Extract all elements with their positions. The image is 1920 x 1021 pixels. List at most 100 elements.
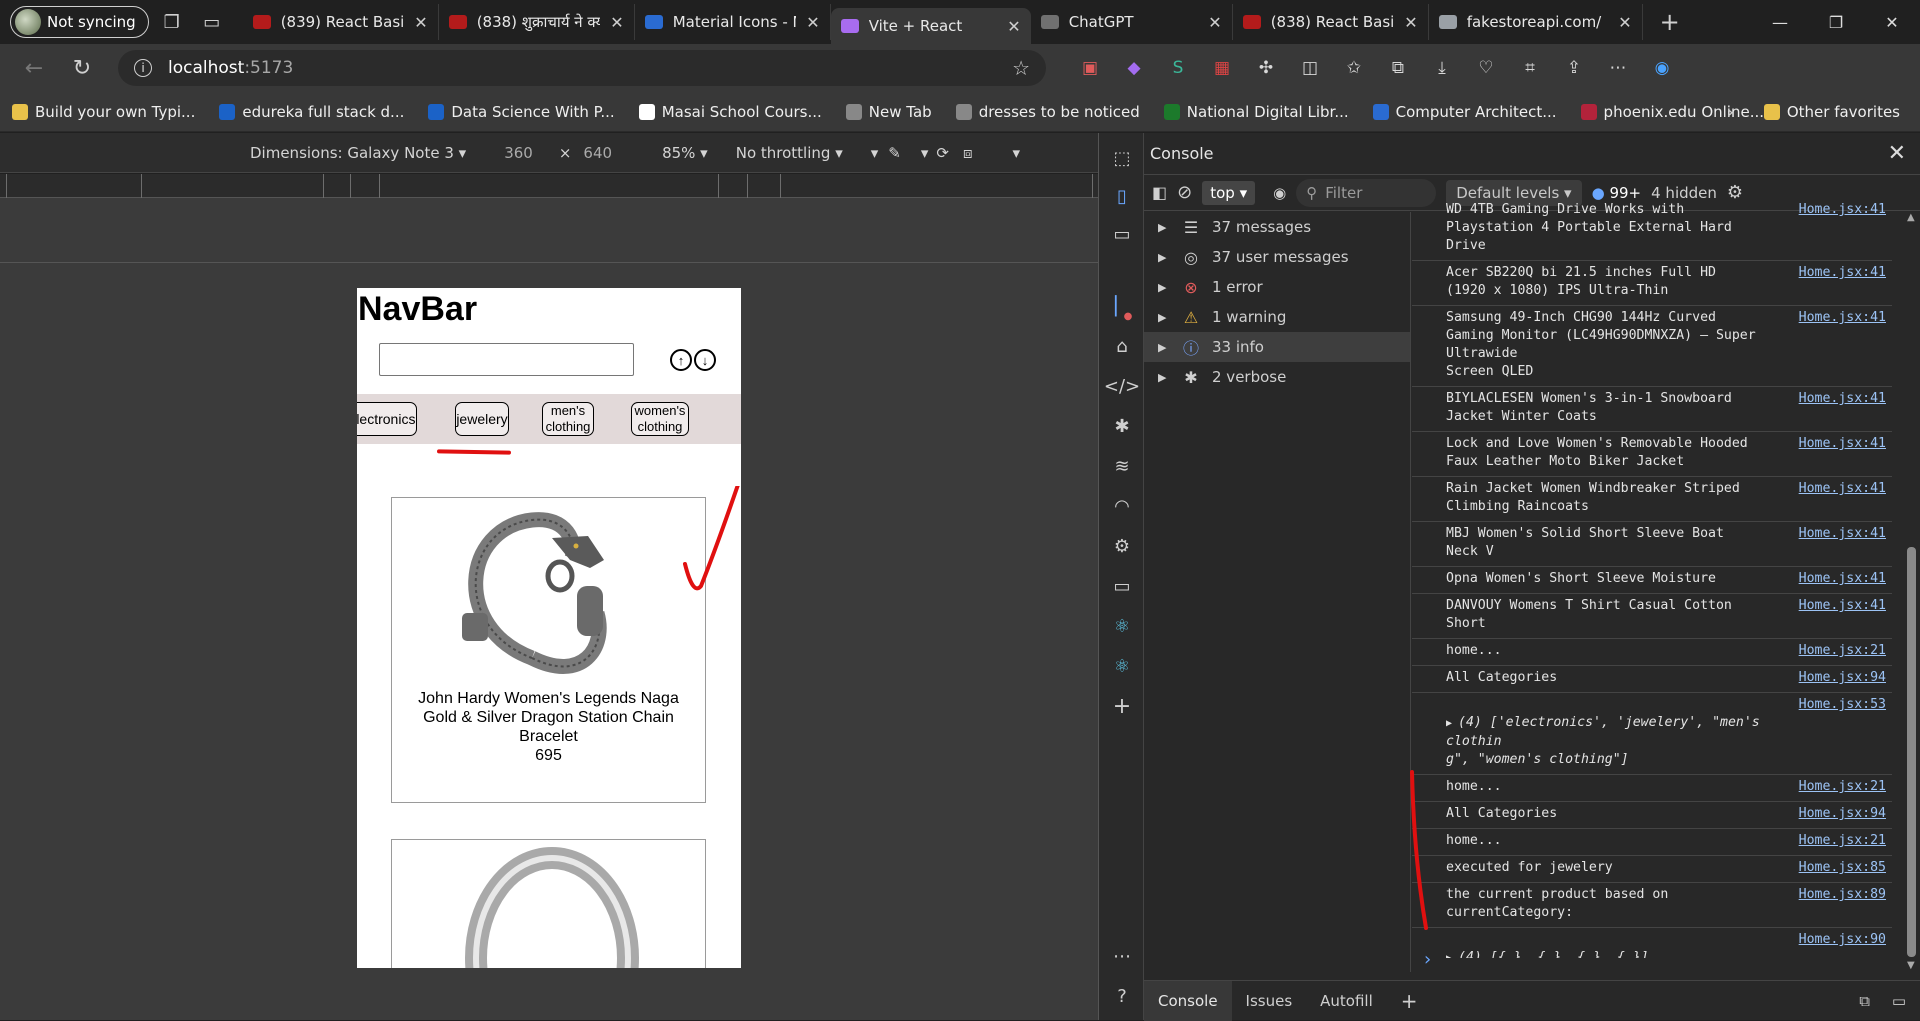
bug-icon[interactable]: ✱: [1099, 409, 1145, 443]
other-favorites-folder[interactable]: Other favorites: [1752, 103, 1912, 121]
undock-icon[interactable]: ⧉: [1859, 992, 1870, 1010]
performance-icon[interactable]: ◠: [1099, 489, 1145, 523]
source-link[interactable]: Home.jsx:94: [1799, 805, 1886, 823]
close-icon[interactable]: ✕: [1888, 141, 1906, 166]
split-screen-icon[interactable]: ◫: [1288, 50, 1332, 86]
site-info-icon[interactable]: i: [134, 59, 152, 77]
sort-ascending-button[interactable]: ↑: [670, 349, 692, 371]
chevron-down-icon[interactable]: ▾: [921, 144, 929, 162]
tab-close-icon[interactable]: ✕: [610, 13, 623, 32]
console-sidebar-item[interactable]: ▶ ◎ 37 user messages: [1144, 242, 1410, 272]
height-input[interactable]: 640: [583, 144, 612, 162]
source-link[interactable]: Home.jsx:41: [1799, 525, 1886, 543]
expand-arrow-icon[interactable]: ▶: [1158, 251, 1170, 264]
console-scrollbar[interactable]: ▲ ▼: [1907, 212, 1917, 972]
bookmark-item[interactable]: Computer Architect...: [1361, 103, 1569, 121]
source-link[interactable]: Home.jsx:41: [1799, 570, 1886, 588]
source-link[interactable]: Home.jsx:41: [1799, 597, 1886, 615]
bookmark-item[interactable]: New Tab: [834, 103, 944, 121]
source-link[interactable]: Home.jsx:90: [1799, 931, 1886, 949]
bookmark-item[interactable]: Build your own Typi...: [0, 103, 207, 121]
source-link[interactable]: Home.jsx:94: [1799, 669, 1886, 687]
drawer-tab-autofill[interactable]: Autofill: [1306, 981, 1387, 1021]
category-chip-womens-clothing[interactable]: women's clothing: [631, 402, 689, 436]
console-object[interactable]: ▶ (4) [{…}, {…}, {…}, {…}]: [1446, 931, 1766, 958]
bookmark-item[interactable]: National Digital Libr...: [1152, 103, 1361, 121]
bookmarks-overflow-icon[interactable]: ›: [1727, 102, 1734, 123]
close-window-icon[interactable]: ✕: [1864, 0, 1920, 44]
live-expression-icon[interactable]: ◉: [1273, 184, 1286, 202]
favorite-star-icon[interactable]: ☆: [1012, 56, 1030, 80]
chevron-down-icon[interactable]: ▾: [871, 144, 879, 162]
address-bar[interactable]: i localhost:5173 ☆: [118, 50, 1046, 86]
device-posture-icon[interactable]: ⧈: [963, 144, 973, 162]
expand-arrow-icon[interactable]: ▶: [1446, 953, 1458, 958]
tab-close-icon[interactable]: ✕: [1618, 13, 1631, 32]
bookmark-item[interactable]: dresses to be noticed: [944, 103, 1152, 121]
collapse-drawer-icon[interactable]: ▭: [1892, 992, 1906, 1010]
console-sidebar-item[interactable]: ▶ ⓘ 33 info: [1144, 332, 1410, 362]
expand-arrow-icon[interactable]: ▶: [1158, 371, 1170, 384]
console-sidebar-item[interactable]: ▶ ⚠ 1 warning: [1144, 302, 1410, 332]
new-tab-icon[interactable]: +: [1653, 7, 1687, 37]
copilot-icon[interactable]: ◉: [1640, 50, 1684, 86]
bookmark-item[interactable]: edureka full stack d...: [207, 103, 416, 121]
browser-tab[interactable]: Material Icons - M ✕: [635, 4, 831, 40]
dimensions-select[interactable]: Dimensions: Galaxy Note 3 ▾: [250, 144, 466, 162]
browser-tab[interactable]: (839) React Basics ✕: [243, 4, 439, 40]
console-sidebar-item[interactable]: ▶ ✱ 2 verbose: [1144, 362, 1410, 392]
scroll-thumb[interactable]: [1907, 547, 1916, 957]
browser-tab[interactable]: (838) React Basics ✕: [1233, 4, 1429, 40]
eyedropper-icon[interactable]: ✎: [888, 144, 901, 162]
help-icon[interactable]: ?: [1099, 979, 1145, 1013]
extension-icon[interactable]: S: [1156, 50, 1200, 86]
context-select[interactable]: top ▾: [1202, 180, 1256, 205]
wifi-icon[interactable]: ≋: [1099, 449, 1145, 483]
extension-icon[interactable]: ▦: [1200, 50, 1244, 86]
source-link[interactable]: Home.jsx:21: [1799, 832, 1886, 850]
search-input[interactable]: [379, 343, 634, 376]
expand-arrow-icon[interactable]: ▶: [1158, 341, 1170, 354]
performance-icon[interactable]: ♡: [1464, 50, 1508, 86]
back-icon[interactable]: ←: [14, 50, 54, 86]
source-link[interactable]: Home.jsx:41: [1799, 264, 1886, 282]
tab-actions-icon[interactable]: ▭: [195, 7, 229, 37]
category-chip-electronics[interactable]: electronics: [357, 402, 417, 436]
profile-button[interactable]: Not syncing: [10, 6, 149, 38]
elements-icon[interactable]: </>: [1099, 369, 1145, 403]
category-chip-jewelery[interactable]: jewelery: [455, 402, 509, 436]
sort-descending-button[interactable]: ↓: [694, 349, 716, 371]
dock-icon[interactable]: ▭: [1099, 217, 1145, 251]
browser-tab[interactable]: ChatGPT ✕: [1031, 4, 1233, 40]
browser-tab[interactable]: Vite + React ✕: [830, 8, 1031, 44]
share-icon[interactable]: ⇪: [1552, 50, 1596, 86]
tab-close-icon[interactable]: ✕: [1007, 17, 1020, 36]
rotate-icon[interactable]: ⟳: [936, 144, 949, 162]
console-object[interactable]: ▶ (4) ['electronics', 'jewelery', "men's…: [1446, 696, 1766, 769]
source-link[interactable]: Home.jsx:41: [1799, 435, 1886, 453]
zoom-select[interactable]: 85% ▾: [662, 144, 708, 162]
drawer-tab-console[interactable]: Console: [1144, 980, 1232, 1021]
more-tools-icon[interactable]: ⋯: [1099, 939, 1145, 973]
source-link[interactable]: Home.jsx:21: [1799, 778, 1886, 796]
more-menu-icon[interactable]: ⋯: [1596, 50, 1640, 86]
tab-close-icon[interactable]: ✕: [1404, 13, 1417, 32]
add-tool-icon[interactable]: +: [1099, 689, 1145, 723]
downloads-icon[interactable]: ⤓: [1420, 50, 1464, 86]
restore-icon[interactable]: ❐: [1808, 0, 1864, 44]
extension-icon[interactable]: ◆: [1112, 50, 1156, 86]
source-link[interactable]: Home.jsx:41: [1799, 480, 1886, 498]
extensions-puzzle-icon[interactable]: ✣: [1244, 50, 1288, 86]
tab-close-icon[interactable]: ✕: [1208, 13, 1221, 32]
minimize-icon[interactable]: —: [1752, 0, 1808, 44]
bookmark-item[interactable]: Masai School Cours...: [627, 103, 834, 121]
clear-console-icon[interactable]: ⊘: [1177, 182, 1192, 203]
source-link[interactable]: Home.jsx:85: [1799, 859, 1886, 877]
source-link[interactable]: Home.jsx:53: [1799, 696, 1886, 714]
source-link[interactable]: Home.jsx:21: [1799, 642, 1886, 660]
add-drawer-tab-icon[interactable]: +: [1387, 981, 1432, 1021]
source-link[interactable]: Home.jsx:89: [1799, 886, 1886, 904]
console-sidebar-item[interactable]: ▶ ⊗ 1 error: [1144, 272, 1410, 302]
react-components-icon[interactable]: ⚛: [1099, 609, 1145, 643]
console-prompt-icon[interactable]: ›: [1424, 949, 1431, 970]
